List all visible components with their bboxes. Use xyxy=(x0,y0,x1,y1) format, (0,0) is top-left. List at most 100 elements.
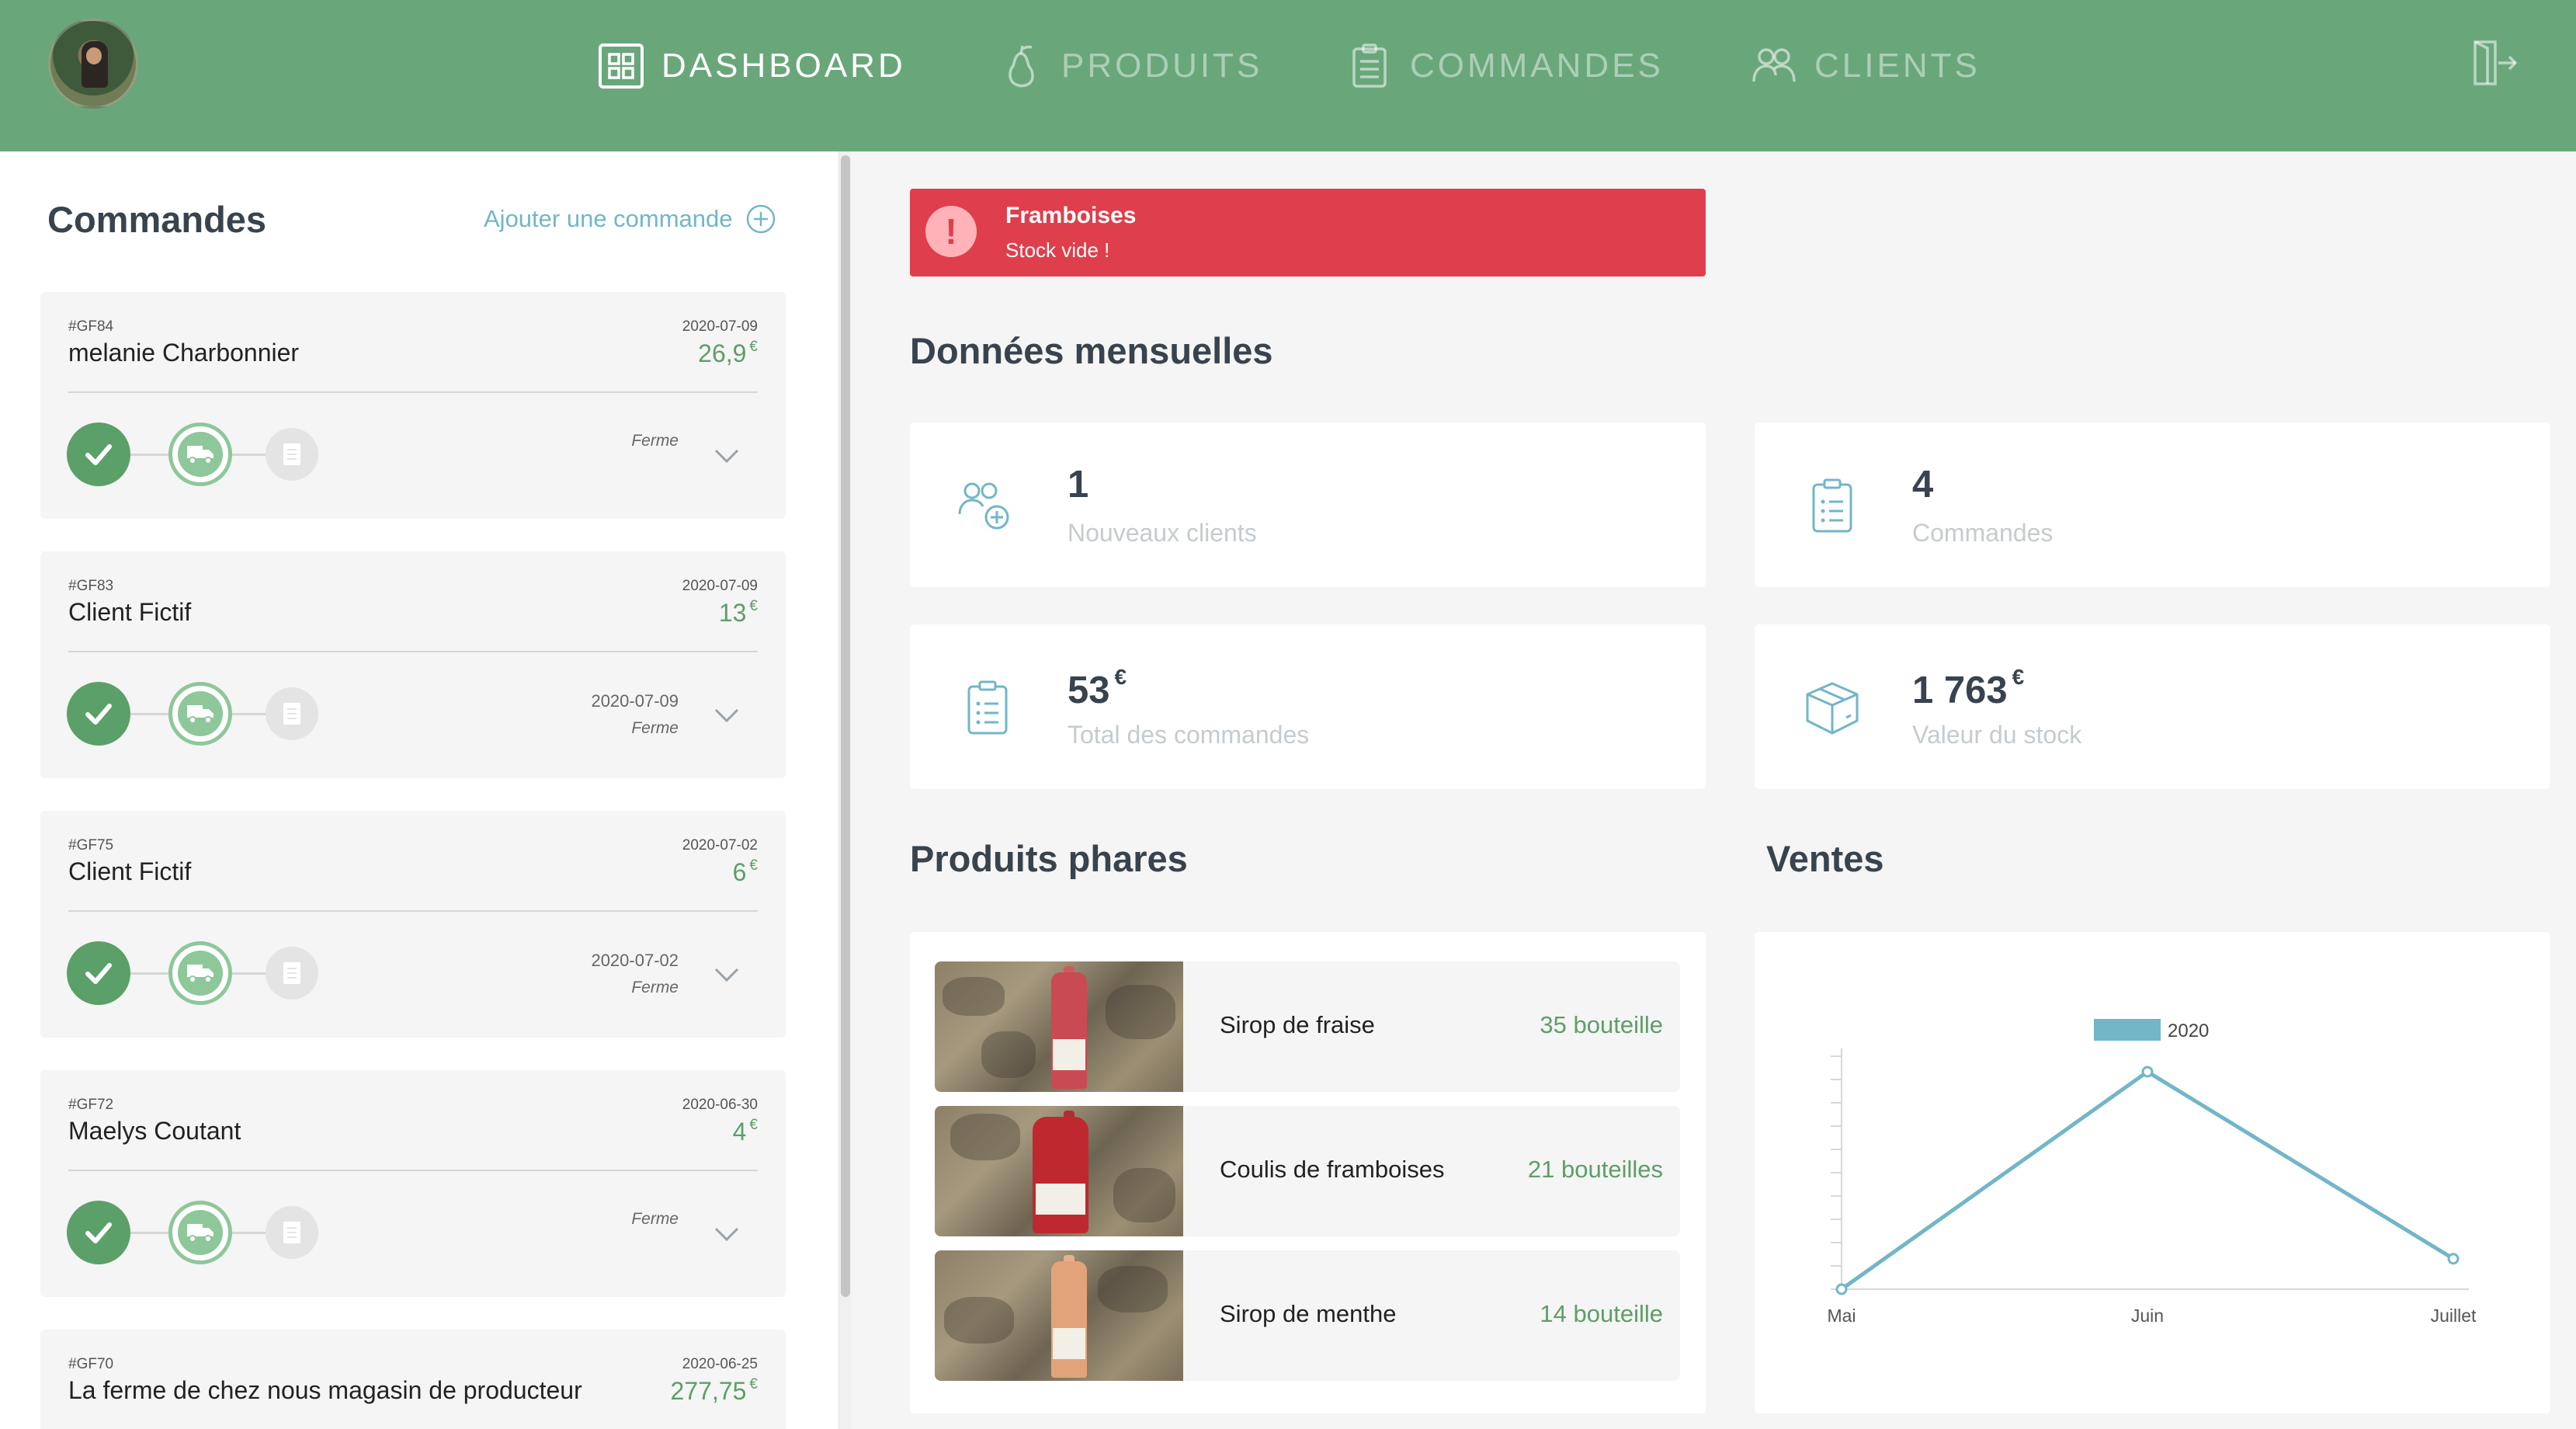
nav-commandes-label: COMMANDES xyxy=(1410,47,1664,85)
truck-icon xyxy=(187,446,214,464)
check-icon xyxy=(85,444,112,465)
order-card[interactable]: #GF83 2020-07-09 Client Fictif 13 € 2020-… xyxy=(40,551,786,778)
step-invoice[interactable] xyxy=(266,687,318,740)
step-delivery[interactable] xyxy=(168,422,232,486)
chevron-down-icon[interactable] xyxy=(711,704,742,727)
product-image xyxy=(935,961,1183,1092)
product-quantity: 21 bouteilles xyxy=(1527,1156,1663,1183)
stat-value: 4 xyxy=(1912,464,1934,506)
step-delivery[interactable] xyxy=(168,1201,232,1264)
legend-swatch xyxy=(2094,1019,2161,1041)
order-status: Ferme xyxy=(631,432,679,450)
featured-products-title: Produits phares xyxy=(910,838,1188,879)
order-client: Client Fictif xyxy=(68,857,192,885)
monthly-data-title: Données mensuelles xyxy=(910,330,1273,371)
product-quantity: 35 bouteille xyxy=(1540,1011,1663,1038)
product-name: Sirop de menthe xyxy=(1220,1300,1397,1327)
step-invoice[interactable] xyxy=(266,947,318,1000)
check-icon xyxy=(85,704,112,725)
order-client: La ferme de chez nous magasin de product… xyxy=(68,1376,582,1404)
step-validated[interactable] xyxy=(67,1201,130,1264)
order-date: 2020-07-09 xyxy=(682,578,758,594)
stat-card-new-clients: 1 Nouveaux clients xyxy=(910,422,1706,587)
step-validated[interactable] xyxy=(67,941,130,1005)
order-client: melanie Charbonnier xyxy=(68,339,300,367)
featured-products-list: Sirop de fraise 35 bouteille Coulis de f… xyxy=(910,932,1706,1413)
order-code: #GF70 xyxy=(68,1356,114,1372)
nav-commandes[interactable]: COMMANDES xyxy=(1346,39,1664,93)
sales-chart: 2020 Mai Juin Juillet xyxy=(1755,932,2550,1413)
add-order-button[interactable]: Ajouter une commande xyxy=(484,203,776,235)
stat-card-orders: 4 Commandes xyxy=(1755,422,2550,587)
document-icon xyxy=(283,1222,300,1243)
chevron-down-icon[interactable] xyxy=(711,963,742,986)
order-card[interactable]: #GF70 2020-06-25 La ferme de chez nous m… xyxy=(40,1330,786,1429)
sales-title: Ventes xyxy=(1766,838,1884,879)
product-name: Coulis de framboises xyxy=(1220,1156,1445,1183)
product-quantity: 14 bouteille xyxy=(1540,1300,1663,1327)
order-code: #GF83 xyxy=(68,578,114,594)
order-date: 2020-06-25 xyxy=(682,1356,758,1372)
stock-alert[interactable]: ! Framboises Stock vide ! xyxy=(910,189,1706,276)
stat-value: 53 € xyxy=(1068,665,1127,711)
data-point xyxy=(2447,1253,2460,1265)
order-card[interactable]: #GF72 2020-06-30 Maelys Coutant 4 € Ferme xyxy=(40,1070,786,1297)
divider xyxy=(68,651,758,652)
step-invoice[interactable] xyxy=(266,428,318,481)
add-users-icon xyxy=(958,482,1009,530)
data-point xyxy=(1835,1283,1848,1295)
product-row[interactable]: Sirop de fraise 35 bouteille xyxy=(935,961,1680,1092)
step-delivery[interactable] xyxy=(168,941,232,1005)
order-code: #GF75 xyxy=(68,837,114,854)
data-point xyxy=(2141,1066,2154,1078)
nav-clients-label: CLIENTS xyxy=(1814,47,1981,85)
order-card[interactable]: #GF84 2020-07-09 melanie Charbonnier 26,… xyxy=(40,292,786,519)
product-name: Sirop de fraise xyxy=(1220,1011,1375,1038)
nav-produits[interactable]: PRODUITS xyxy=(998,39,1262,93)
plus-circle-icon xyxy=(746,204,775,234)
stat-label: Total des commandes xyxy=(1068,721,1310,749)
order-card[interactable]: #GF75 2020-07-02 Client Fictif 6 € 2020-0… xyxy=(40,811,786,1038)
x-tick-label: Juillet xyxy=(2431,1306,2477,1326)
series-line xyxy=(1840,1069,2455,1292)
scrollbar-thumb[interactable] xyxy=(841,155,850,1297)
chevron-down-icon[interactable] xyxy=(711,444,742,468)
add-order-label: Ajouter une commande xyxy=(484,205,733,232)
pear-icon xyxy=(1009,45,1034,88)
sales-line-chart: 2020 Mai Juin Juillet xyxy=(1827,1019,2477,1326)
stat-value: 1 763 € xyxy=(1912,665,2025,711)
order-amount: 26,9 € xyxy=(698,339,758,367)
stat-label: Nouveaux clients xyxy=(1068,519,1257,547)
orders-panel-title: Commandes xyxy=(47,199,267,240)
order-amount: 6 € xyxy=(732,857,758,886)
product-row[interactable]: Coulis de framboises 21 bouteilles xyxy=(935,1106,1680,1236)
order-date: 2020-07-02 xyxy=(682,837,758,854)
alert-message: Stock vide ! xyxy=(1005,238,1110,262)
nav-produits-label: PRODUITS xyxy=(1061,47,1263,85)
document-icon xyxy=(283,443,300,465)
order-client: Client Fictif xyxy=(68,598,192,626)
step-invoice[interactable] xyxy=(266,1206,318,1259)
x-tick-label: Mai xyxy=(1827,1306,1856,1326)
divider xyxy=(68,1170,758,1171)
step-validated[interactable] xyxy=(67,422,130,486)
document-icon xyxy=(283,962,300,984)
order-status: Ferme xyxy=(631,979,679,996)
step-validated[interactable] xyxy=(67,682,130,746)
clipboard-icon xyxy=(967,680,1008,735)
product-row[interactable]: Sirop de menthe 14 bouteille xyxy=(935,1250,1680,1381)
stat-card-stock-value: 1 763 € Valeur du stock xyxy=(1755,624,2550,789)
nav-clients[interactable]: CLIENTS xyxy=(1751,39,1981,93)
avatar[interactable] xyxy=(48,19,138,109)
order-client: Maelys Coutant xyxy=(68,1117,241,1145)
x-tick-label: Juin xyxy=(2131,1306,2164,1326)
logout-icon[interactable] xyxy=(2469,37,2520,89)
exclamation-icon: ! xyxy=(925,206,977,257)
step-delivery[interactable] xyxy=(168,682,232,746)
stat-card-total-orders: 53 € Total des commandes xyxy=(910,624,1706,789)
product-image xyxy=(935,1250,1183,1381)
nav-dashboard[interactable]: DASHBOARD xyxy=(598,39,906,93)
delivery-date: 2020-07-09 xyxy=(591,691,679,711)
chevron-down-icon[interactable] xyxy=(711,1222,742,1246)
order-amount: 13 € xyxy=(718,598,758,627)
